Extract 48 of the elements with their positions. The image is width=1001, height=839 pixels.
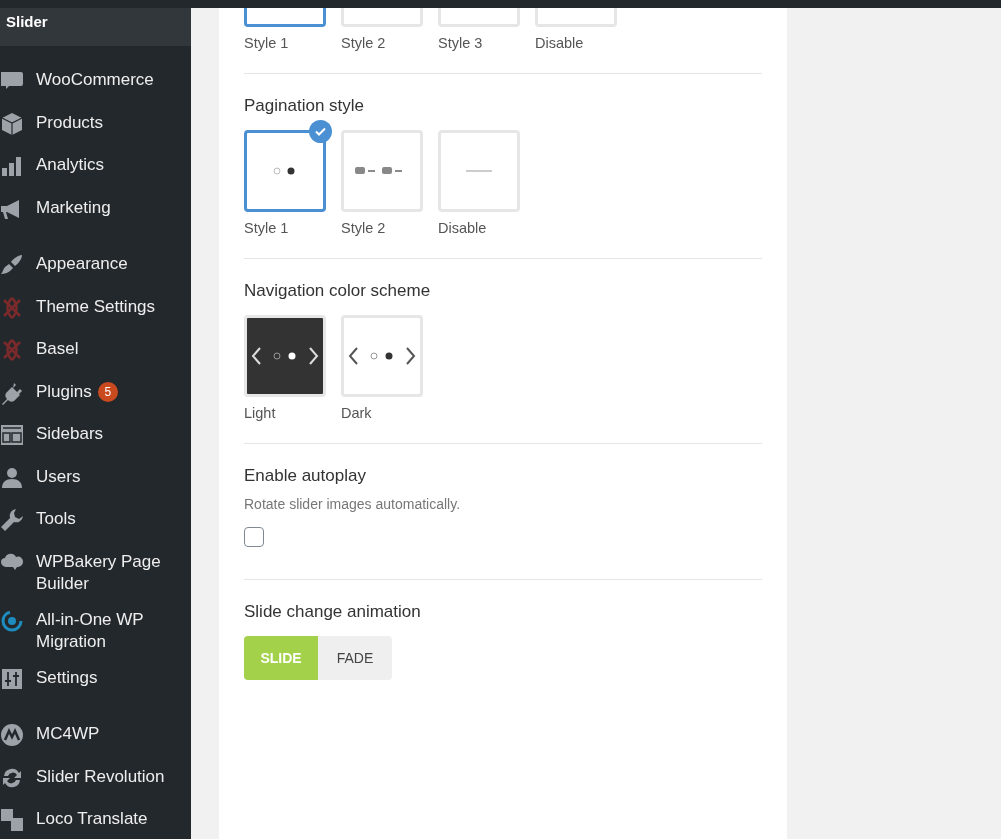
menu-item[interactable]: Marketing	[0, 189, 191, 232]
section-title: Pagination style	[244, 96, 366, 116]
brush-icon	[0, 253, 24, 277]
line-icon	[466, 169, 492, 173]
carousel-navigation-icon	[347, 345, 417, 367]
field-description: Rotate slider images automatically.	[244, 496, 462, 512]
menu-item[interactable]: All-in-One WP Migration	[0, 601, 191, 660]
option-label: Light	[244, 405, 277, 421]
toggle-option[interactable]: FADE	[318, 636, 392, 680]
option-label: Style 2	[341, 220, 387, 236]
menu-item[interactable]: MC4WP	[0, 716, 191, 759]
menu-item[interactable]: Slider Revolution	[0, 758, 191, 801]
option-tile[interactable]	[244, 8, 326, 27]
menu-item[interactable]: Users	[0, 458, 191, 501]
section-title: Navigation color scheme	[244, 281, 432, 301]
menu-item[interactable]: WooCommerce	[0, 62, 191, 105]
check-icon	[309, 120, 332, 143]
menu-item[interactable]: Tools	[0, 501, 191, 544]
cross-logo-icon	[0, 295, 24, 320]
user-icon	[0, 465, 24, 490]
option-label: Style 1	[244, 35, 290, 51]
checkbox[interactable]	[244, 527, 264, 547]
option-tile[interactable]	[244, 130, 326, 212]
menu-item[interactable]: Theme Settings	[0, 288, 191, 331]
section-title: Slide change animation	[244, 602, 422, 622]
menu-item[interactable]: Loco Translate	[0, 801, 191, 839]
section-title: Enable autoplay	[244, 466, 367, 486]
menu-item[interactable]: Settings	[0, 659, 191, 702]
option-label: Dark	[341, 405, 373, 421]
carousel-navigation-icon	[250, 345, 320, 367]
option-label: Style 1	[244, 220, 290, 236]
menu-item[interactable]: Products	[0, 104, 191, 147]
wrench-icon	[0, 508, 24, 532]
option-label: Disable	[535, 35, 585, 51]
menu-item[interactable]: Plugins 5	[0, 373, 191, 416]
menu-item[interactable]: Analytics	[0, 147, 191, 190]
cross-logo-icon	[0, 338, 24, 362]
menu-item[interactable]: Basel	[0, 331, 191, 374]
plug-icon	[0, 380, 24, 405]
option-label: Style 3	[438, 35, 484, 51]
menu-item[interactable]: Sidebars	[0, 416, 191, 459]
menu-item[interactable]: Appearance	[0, 246, 191, 289]
submenu-item[interactable]: Slider	[0, 8, 191, 46]
count-badge: 5	[97, 381, 118, 402]
bar-chart-icon	[0, 154, 24, 178]
option-label: Disable	[438, 220, 488, 236]
option-label: Style 2	[341, 35, 387, 51]
menu-item[interactable]: WPBakery Page Builder	[0, 543, 191, 602]
